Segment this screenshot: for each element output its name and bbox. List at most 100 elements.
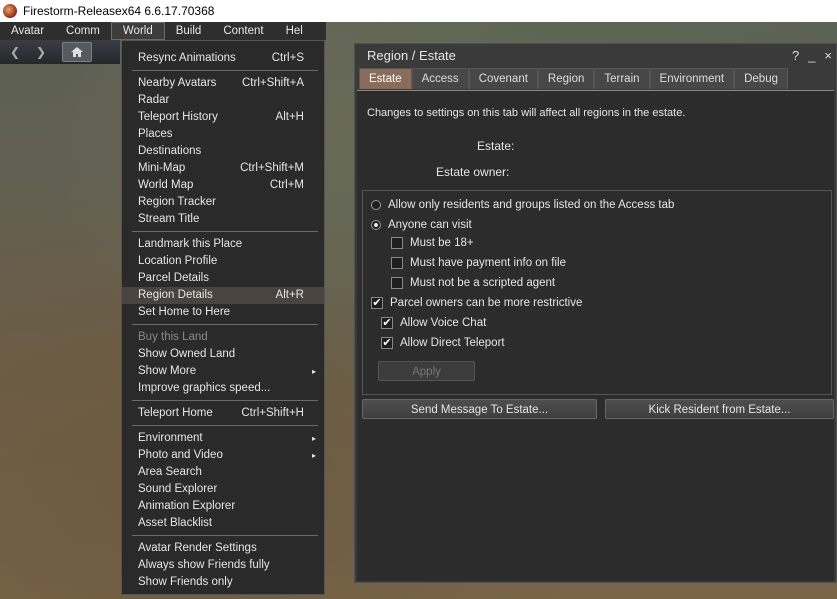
menu-content[interactable]: Content: [212, 22, 274, 40]
checkbox-voice[interactable]: ✔: [381, 317, 393, 329]
menu-build[interactable]: Build: [165, 22, 213, 40]
menu-item-shortcut: Alt+R: [275, 289, 304, 301]
tab-debug[interactable]: Debug: [734, 68, 788, 89]
tab-access[interactable]: Access: [411, 68, 469, 89]
tab-estate[interactable]: Estate: [359, 68, 412, 89]
menu-item-teleport-home[interactable]: Teleport Home Ctrl+Shift+H: [122, 405, 324, 422]
radio-residents[interactable]: [371, 200, 381, 210]
tab-covenant[interactable]: Covenant: [468, 68, 538, 89]
menu-item-label: Stream Title: [138, 213, 200, 225]
radio-anyone[interactable]: [371, 220, 381, 230]
submenu-arrow-icon: ▸: [311, 367, 316, 376]
check-scripted-row[interactable]: Must not be a scripted agent: [391, 277, 555, 289]
checkbox-scripted[interactable]: [391, 277, 403, 289]
menu-item-location-profile[interactable]: Location Profile: [122, 253, 324, 270]
menu-item-mini-map[interactable]: Mini-Map Ctrl+Shift+M: [122, 160, 324, 177]
close-icon[interactable]: ×: [824, 44, 832, 68]
check-18-label: Must be 18+: [410, 237, 474, 249]
menu-item-label: Show Owned Land: [138, 348, 236, 360]
menu-item-label: Area Search: [138, 466, 202, 478]
menu-item-environment[interactable]: Environment ▸: [122, 430, 324, 447]
radio-anyone-label: Anyone can visit: [388, 219, 472, 231]
back-arrow-icon[interactable]: ❮: [4, 43, 26, 61]
menu-item-show-more[interactable]: Show More ▸: [122, 363, 324, 380]
menu-item-destinations[interactable]: Destinations: [122, 143, 324, 160]
floater-titlebar[interactable]: Region / Estate ? _ ×: [355, 44, 836, 68]
menu-item-show-friends-only[interactable]: Show Friends only: [122, 574, 324, 591]
send-message-button[interactable]: Send Message To Estate...: [362, 399, 597, 419]
world-menu-dropdown: Resync Animations Ctrl+S Nearby Avatars Ctr…: [121, 40, 325, 595]
radio-anyone-row[interactable]: Anyone can visit: [371, 219, 472, 231]
menu-item-landmark-this-place[interactable]: Landmark this Place: [122, 236, 324, 253]
menu-item-animation-explorer[interactable]: Animation Explorer: [122, 498, 324, 515]
menu-item-nearby-avatars[interactable]: Nearby Avatars Ctrl+Shift+A: [122, 75, 324, 92]
menu-item-shortcut: Ctrl+S: [271, 52, 304, 64]
menu-item-label: Region Tracker: [138, 196, 216, 208]
menu-avatar[interactable]: Avatar: [0, 22, 55, 40]
estate-owner-label: Estate owner:: [436, 165, 510, 179]
menu-item-label: World Map: [138, 179, 194, 191]
forward-arrow-icon[interactable]: ❯: [30, 43, 52, 61]
home-icon[interactable]: [62, 42, 92, 62]
menu-item-improve-graphics-speed[interactable]: Improve graphics speed...: [122, 380, 324, 397]
menu-item-area-search[interactable]: Area Search: [122, 464, 324, 481]
estate-label: Estate:: [477, 139, 515, 153]
menu-item-label: Show More: [138, 365, 197, 377]
tab-terrain[interactable]: Terrain: [594, 68, 650, 89]
radio-residents-row[interactable]: Allow only residents and groups listed o…: [371, 199, 674, 211]
menu-item-places[interactable]: Places: [122, 126, 324, 143]
menu-item-shortcut: Ctrl+Shift+M: [240, 162, 304, 174]
menu-item-label: Location Profile: [138, 255, 218, 267]
radio-residents-label: Allow only residents and groups listed o…: [388, 199, 675, 211]
window-titlebar: Firestorm-Releasex64 6.6.17.70368: [0, 0, 837, 22]
check-teleport-row[interactable]: ✔ Allow Direct Teleport: [381, 337, 505, 349]
menu-comm[interactable]: Comm: [55, 22, 111, 40]
menu-item-label: Photo and Video: [138, 449, 223, 461]
menu-item-label: Animation Explorer: [138, 500, 236, 512]
menu-item-sound-explorer[interactable]: Sound Explorer: [122, 481, 324, 498]
check-voice-row[interactable]: ✔ Allow Voice Chat: [381, 317, 486, 329]
window-title: Firestorm-Releasex64 6.6.17.70368: [23, 4, 215, 18]
menu-item-resync-animations[interactable]: Resync Animations Ctrl+S: [122, 50, 324, 67]
menu-item-label: Set Home to Here: [138, 306, 231, 318]
menu-item-teleport-history[interactable]: Teleport History Alt+H: [122, 109, 324, 126]
menu-item-always-show-friends-fully[interactable]: Always show Friends fully: [122, 557, 324, 574]
checkbox-teleport[interactable]: ✔: [381, 337, 393, 349]
check-payment-row[interactable]: Must have payment info on file: [391, 257, 566, 269]
menu-item-label: Buy this Land: [138, 331, 208, 343]
help-icon[interactable]: ?: [792, 44, 799, 68]
kick-resident-button[interactable]: Kick Resident from Estate...: [605, 399, 834, 419]
checkbox-parcel[interactable]: ✔: [371, 297, 383, 309]
estate-notice: Changes to settings on this tab will aff…: [367, 107, 686, 119]
menu-world[interactable]: World: [110, 22, 165, 40]
minimize-icon[interactable]: _: [808, 44, 815, 68]
menu-item-photo-and-video[interactable]: Photo and Video ▸: [122, 447, 324, 464]
checkbox-payment[interactable]: [391, 257, 403, 269]
menu-separator: [132, 231, 318, 232]
menu-item-show-owned-land[interactable]: Show Owned Land: [122, 346, 324, 363]
menu-item-buy-this-land[interactable]: Buy this Land: [122, 329, 324, 346]
menu-item-world-map[interactable]: World Map Ctrl+M: [122, 177, 324, 194]
menu-help[interactable]: Hel: [275, 22, 314, 40]
apply-button[interactable]: Apply: [378, 361, 475, 381]
tab-region[interactable]: Region: [537, 68, 595, 89]
menu-bar: Avatar Comm World Build Content Hel: [0, 22, 326, 40]
menu-item-region-tracker[interactable]: Region Tracker: [122, 194, 324, 211]
check-18-row[interactable]: Must be 18+: [391, 237, 474, 249]
check-parcel-row[interactable]: ✔ Parcel owners can be more restrictive: [371, 297, 582, 309]
menu-item-radar[interactable]: Radar: [122, 92, 324, 109]
region-estate-floater: Region / Estate ? _ × Estate Access Cove…: [354, 43, 837, 583]
menu-item-region-details[interactable]: Region Details Alt+R: [122, 287, 324, 304]
menu-item-avatar-render-settings[interactable]: Avatar Render Settings: [122, 540, 324, 557]
menu-item-label: Resync Animations: [138, 52, 236, 64]
menu-item-stream-title[interactable]: Stream Title: [122, 211, 324, 228]
menu-item-label: Always show Friends fully: [138, 559, 270, 571]
tab-environment[interactable]: Environment: [649, 68, 735, 89]
menu-item-asset-blacklist[interactable]: Asset Blacklist: [122, 515, 324, 532]
menu-item-set-home-to-here[interactable]: Set Home to Here: [122, 304, 324, 321]
menu-item-label: Show Friends only: [138, 576, 233, 588]
checkbox-18[interactable]: [391, 237, 403, 249]
menu-item-parcel-details[interactable]: Parcel Details: [122, 270, 324, 287]
estate-panel: Changes to settings on this tab will aff…: [357, 90, 834, 581]
check-payment-label: Must have payment info on file: [410, 257, 566, 269]
